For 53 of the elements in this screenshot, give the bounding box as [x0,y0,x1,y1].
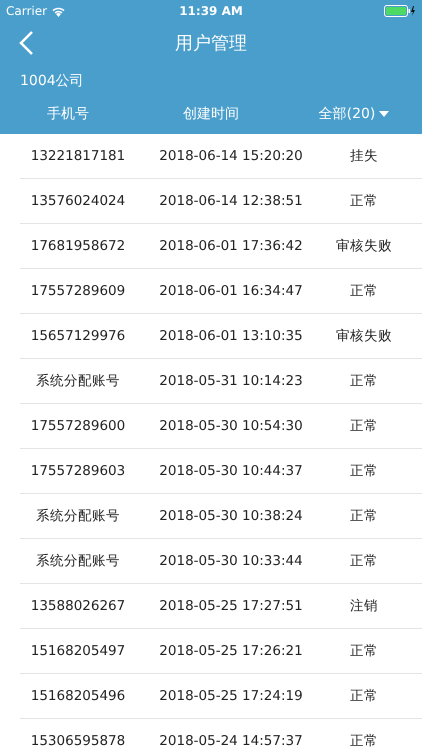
phone-cell: 17557289600 [30,418,126,434]
created-time-cell: 2018-05-30 10:54:30 [159,418,303,434]
created-time-cell: 2018-05-24 14:57:37 [159,733,303,749]
status-cell: 正常 [350,192,378,210]
status-cell: 审核失败 [336,327,392,345]
status-cell: 正常 [350,552,378,570]
created-time-cell: 2018-06-01 16:34:47 [159,283,303,299]
phone-cell: 系统分配账号 [36,507,120,525]
created-time-cell: 2018-05-25 17:27:51 [159,598,303,614]
company-name: 1004公司 [20,73,84,89]
status-cell: 正常 [350,372,378,390]
phone-cell: 15306595878 [30,733,126,749]
status-cell: 正常 [350,462,378,480]
created-time-cell: 2018-05-25 17:26:21 [159,643,303,659]
page-title: 用户管理 [175,32,247,55]
created-time-cell: 2018-06-01 13:10:35 [159,328,303,344]
status-cell: 挂失 [350,147,378,165]
back-button[interactable] [18,30,34,56]
filter-dropdown[interactable]: 全部(20) [318,105,390,123]
status-cell: 正常 [350,642,378,660]
status-cell: 审核失败 [336,237,392,255]
phone-cell: 13576024024 [30,193,126,209]
status-cell: 正常 [350,417,378,435]
created-time-cell: 2018-06-01 17:36:42 [159,238,303,254]
phone-cell: 13221817181 [30,148,126,164]
caret-icon [379,111,390,117]
phone-cell: 15168205497 [30,643,126,659]
phone-cell: 17557289603 [30,463,126,479]
wifi-icon [51,6,66,16]
phone-cell: 17681958672 [30,238,126,254]
status-cell: 正常 [350,282,378,300]
column-header: 手机号 [47,105,89,123]
phone-cell: 系统分配账号 [36,372,120,390]
status-cell: 注销 [350,597,378,615]
created-time-cell: 2018-06-14 12:38:51 [159,193,303,209]
created-time-cell: 2018-05-30 10:44:37 [159,463,303,479]
battery-icon [384,5,416,17]
phone-cell: 15657129976 [30,328,126,344]
status-cell: 正常 [350,687,378,705]
phone-cell: 17557289609 [30,283,126,299]
carrier-label: Carrier [6,4,48,18]
created-time-cell: 2018-05-30 10:33:44 [159,553,303,569]
status-cell: 正常 [350,732,378,750]
clock: 11:39 AM [179,4,243,18]
phone-cell: 系统分配账号 [36,552,120,570]
phone-cell: 13588026267 [30,598,126,614]
phone-cell: 15168205496 [30,688,126,704]
status-cell: 正常 [350,507,378,525]
created-time-cell: 2018-06-14 15:20:20 [159,148,303,164]
created-time-cell: 2018-05-25 17:24:19 [159,688,303,704]
created-time-cell: 2018-05-30 10:38:24 [159,508,303,524]
created-time-cell: 2018-05-31 10:14:23 [159,373,303,389]
column-header: 创建时间 [183,105,239,123]
